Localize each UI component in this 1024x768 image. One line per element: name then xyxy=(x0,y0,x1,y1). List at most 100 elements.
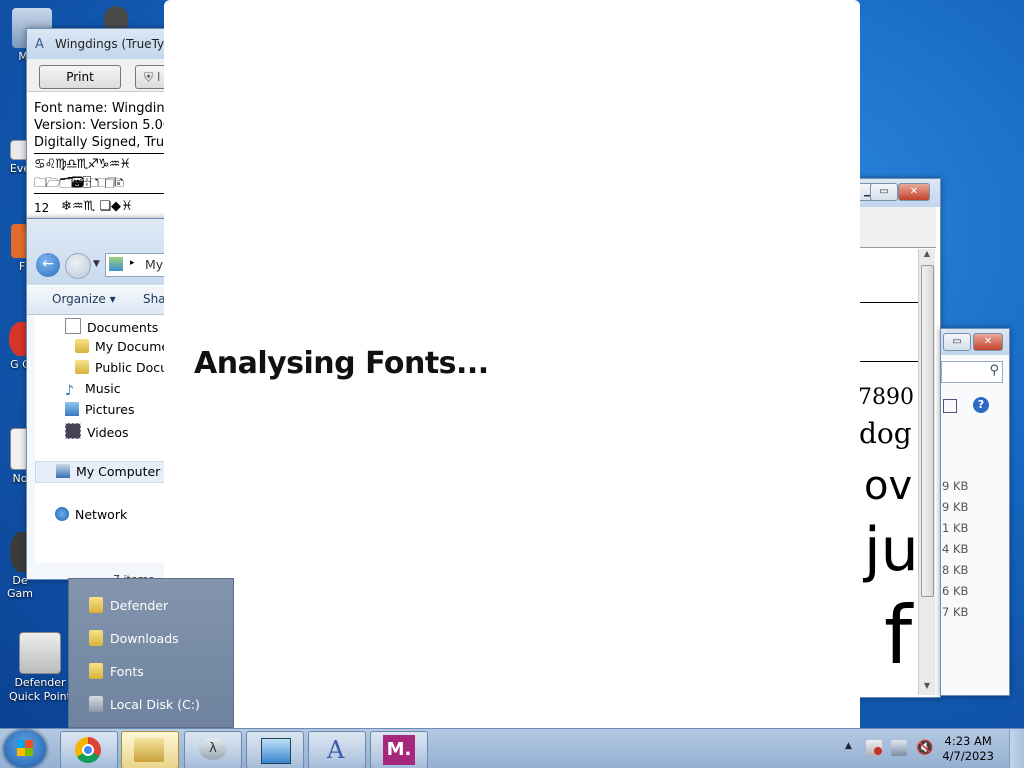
close-button[interactable]: ✕ xyxy=(973,333,1003,351)
divider xyxy=(34,193,184,194)
pictures-icon xyxy=(65,402,79,416)
analysing-splash: Analysing Fonts... xyxy=(164,0,860,768)
desktop-icon-label: Defender Quick Point xyxy=(9,676,71,703)
scroll-thumb[interactable] xyxy=(921,265,934,597)
nav-item-public-documents[interactable]: Public Docun xyxy=(75,360,176,375)
maximize-button[interactable]: ▭ xyxy=(943,333,971,351)
sample-size: 12 xyxy=(34,201,50,215)
close-button[interactable]: ✕ xyxy=(898,183,930,201)
font-viewer-icon: A xyxy=(327,736,345,764)
jump-item-local-disk[interactable]: Local Disk (C:) xyxy=(89,696,200,712)
action-center-icon[interactable] xyxy=(866,740,882,756)
sample-numbers: 7890 xyxy=(858,385,914,410)
organize-button[interactable]: Organize ▾ xyxy=(52,292,116,306)
network-tray-icon[interactable] xyxy=(891,740,907,756)
maximize-button[interactable]: ▭ xyxy=(870,183,898,201)
show-hidden-icons-button[interactable]: ▲ xyxy=(845,741,852,751)
desktop-icon-label: F xyxy=(18,260,26,273)
search-box[interactable]: ⚲ xyxy=(941,361,1003,383)
font-viewer-window: A Wingdings (TrueTyp Print ⛨ I Font name… xyxy=(26,28,195,230)
scroll-up-button[interactable]: ▲ xyxy=(919,249,935,263)
font-name-text: Font name: Wingdings xyxy=(34,101,180,116)
jump-list: Defender Downloads Fonts Local Disk (C:) xyxy=(68,578,234,728)
vertical-scrollbar[interactable]: ▲ ▼ xyxy=(918,249,935,695)
nav-item-videos[interactable]: Videos xyxy=(65,423,129,440)
clock[interactable]: 4:23 AM 4/7/2023 xyxy=(942,734,994,764)
clock-date: 4/7/2023 xyxy=(942,749,994,763)
start-button[interactable] xyxy=(4,730,46,768)
font-viewer-title: Wingdings (TrueTyp xyxy=(55,37,172,51)
drive-icon xyxy=(89,696,103,712)
divider xyxy=(860,361,918,362)
right-explorer-window: ▭ ✕ ⚲ ? 9 KB 9 KB 1 KB 4 KB 8 KB 6 KB 7 … xyxy=(940,328,1010,696)
network-icon xyxy=(55,507,69,521)
explorer-window: ← ▼ ▸ My Organize ▾ Shar Documents My Do… xyxy=(26,218,197,586)
chrome-center-icon xyxy=(82,744,94,756)
font-preview-window: ▁ ▭ ✕ 7890 dog ov ju f ▲ ▼ xyxy=(854,178,941,698)
print-button[interactable]: Print xyxy=(39,65,121,89)
music-icon: ♪ xyxy=(65,383,74,399)
nav-item-documents[interactable]: Documents xyxy=(65,318,158,335)
forward-button[interactable] xyxy=(65,253,91,279)
computer-icon xyxy=(56,464,70,478)
nav-item-pictures[interactable]: Pictures xyxy=(65,402,135,417)
taskbar-pinned-icon[interactable] xyxy=(104,6,128,28)
jump-item-downloads[interactable]: Downloads xyxy=(89,630,179,646)
font-signed-text: Digitally Signed, TrueT xyxy=(34,135,181,150)
folder-icon xyxy=(75,339,89,353)
font-version-text: Version: Version 5.00 xyxy=(34,118,172,133)
scroll-down-button[interactable]: ▼ xyxy=(919,681,935,695)
document-icon xyxy=(65,318,81,334)
sample-glyphs: ❄♒♏ ❏◆♓ xyxy=(61,199,133,214)
taskbar-control-panel[interactable] xyxy=(246,731,304,768)
taskbar-chrome[interactable] xyxy=(60,731,118,768)
chevron-down-icon[interactable]: ▼ xyxy=(93,259,100,269)
jump-item-defender[interactable]: Defender xyxy=(89,597,168,613)
size-cell: 4 KB xyxy=(942,542,969,556)
volume-muted-icon[interactable]: 🔇 xyxy=(916,740,933,756)
nav-item-network[interactable]: Network xyxy=(55,507,127,522)
divider xyxy=(860,302,918,303)
taskbar: λ A M. ▲ 🔇 4:23 AM 4/7/2023 xyxy=(0,728,1024,768)
sample-text-4: f xyxy=(884,589,913,682)
taskbar-m-app[interactable]: M. xyxy=(370,731,428,768)
defender-icon xyxy=(19,632,61,674)
size-cell: 9 KB xyxy=(942,479,969,493)
taskbar-explorer[interactable] xyxy=(121,731,179,768)
font-viewer-app-icon: A xyxy=(35,37,44,52)
search-icon: ⚲ xyxy=(989,363,999,378)
sample-text-1: dog xyxy=(859,417,912,450)
downloads-folder-icon xyxy=(89,630,103,646)
help-icon[interactable]: ? xyxy=(973,397,989,413)
view-icon[interactable] xyxy=(943,399,957,413)
shield-icon: ⛨ xyxy=(144,69,154,84)
chevron-right-icon: ▸ xyxy=(130,258,135,268)
right-explorer-titlebar[interactable]: ▭ ✕ xyxy=(941,329,1009,355)
warning-badge-icon xyxy=(874,747,882,755)
sample-text-3: ju xyxy=(864,515,919,585)
videos-icon xyxy=(65,423,81,439)
jump-item-fonts[interactable]: Fonts xyxy=(89,663,144,679)
sample-text-2: ov xyxy=(864,463,913,509)
folder-icon xyxy=(75,360,89,374)
m-app-icon: M. xyxy=(383,735,415,765)
font-preview-titlebar[interactable]: ▁ ▭ ✕ xyxy=(854,179,940,207)
clock-time: 4:23 AM xyxy=(944,734,992,748)
show-desktop-button[interactable] xyxy=(1009,729,1024,768)
glyph-row-1: ♋♌♍♎♏♐♑♒♓ xyxy=(34,157,131,172)
taskbar-lambda-app[interactable]: λ xyxy=(184,731,242,768)
taskbar-font-viewer[interactable]: A xyxy=(308,731,366,768)
size-cell: 6 KB xyxy=(942,584,969,598)
windows-logo-icon xyxy=(17,740,33,756)
splash-message: Analysing Fonts... xyxy=(194,346,489,381)
nav-item-my-documents[interactable]: My Documer xyxy=(75,339,174,354)
address-text: My xyxy=(145,257,164,272)
lambda-icon: λ xyxy=(199,738,227,760)
arrow-left-icon: ← xyxy=(42,256,54,272)
nav-item-music[interactable]: ♪ Music xyxy=(65,381,121,399)
back-button[interactable]: ← xyxy=(36,253,60,277)
font-viewer-titlebar[interactable]: A Wingdings (TrueTyp xyxy=(27,29,187,59)
size-cell: 9 KB xyxy=(942,500,969,514)
computer-icon xyxy=(109,257,123,271)
size-cell: 7 KB xyxy=(942,605,969,619)
